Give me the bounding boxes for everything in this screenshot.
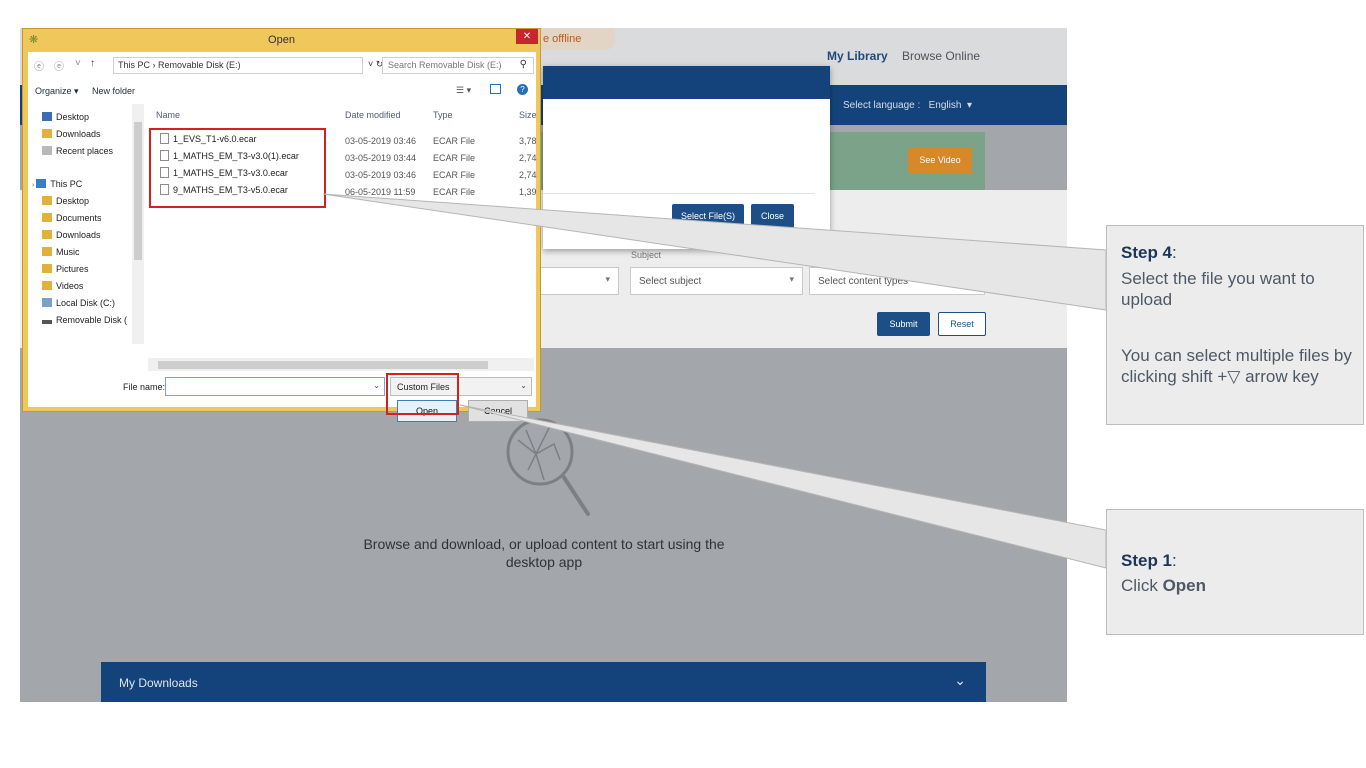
step4-instruction: Select the file you want to upload [1121, 269, 1315, 309]
step4-pointer [322, 193, 1107, 311]
step4-tip: You can select multiple files by clickin… [1121, 346, 1352, 386]
step4-callout: Step 4: Select the file you want to uplo… [1106, 225, 1364, 425]
step1-instruction: Click Open [1121, 576, 1207, 595]
step1-heading: Step 1: [1121, 551, 1177, 570]
step1-pointer [459, 404, 1107, 569]
screenshot-stage: My Library Browse Online e offline Selec… [0, 0, 1366, 768]
step1-callout: Step 1: Click Open [1106, 509, 1364, 635]
step4-heading: Step 4: [1121, 243, 1177, 262]
